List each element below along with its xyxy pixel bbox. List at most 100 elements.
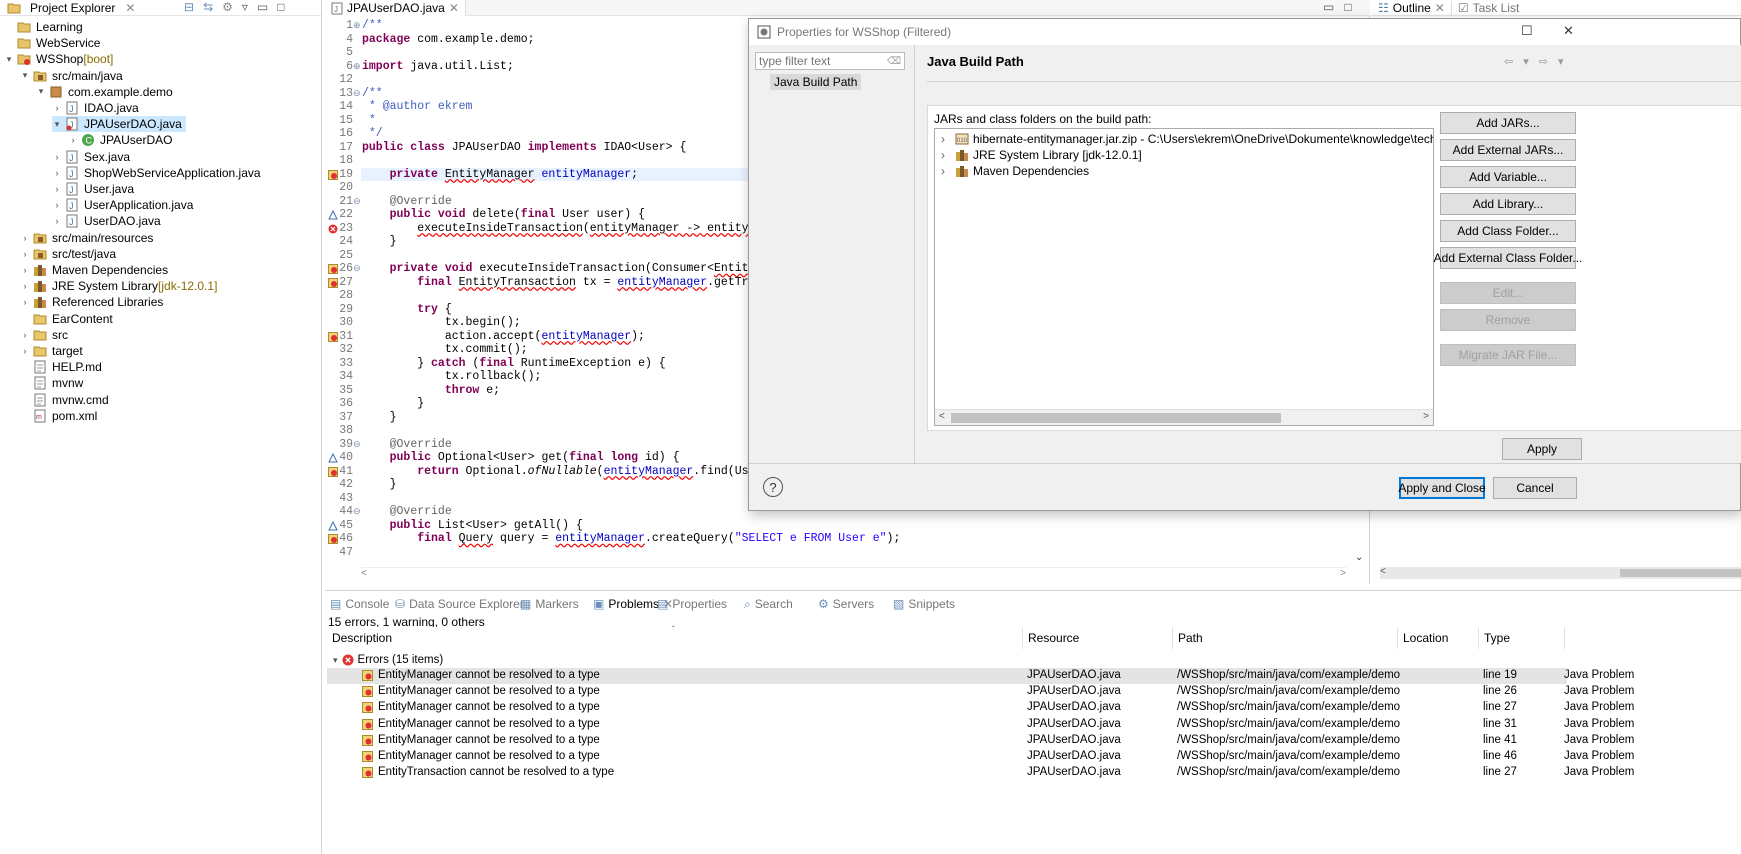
column-header-type[interactable]: Type <box>1479 627 1565 649</box>
maximize-window-icon[interactable]: ☐ <box>1521 23 1533 39</box>
tree-item[interactable]: › J Sex.java <box>52 149 131 165</box>
chevron-right-icon[interactable]: › <box>941 164 951 178</box>
column-header-description[interactable]: Description <box>327 627 1023 649</box>
edit-button[interactable]: Edit... <box>1440 282 1576 304</box>
code-line[interactable]: * <box>362 114 376 128</box>
tree-item[interactable]: › src/main/resources <box>20 230 154 246</box>
library-entry[interactable]: › 010 hibernate-entitymanager.jar.zip - C:… <box>941 131 1433 147</box>
filter-input[interactable] <box>759 54 887 68</box>
code-line[interactable]: @Override <box>362 438 452 452</box>
filter-icon[interactable]: ⚙ <box>222 0 233 14</box>
tree-item[interactable]: › J ShopWebServiceApplication.java <box>52 165 261 181</box>
tree-item[interactable]: › Referenced Libraries <box>20 294 164 310</box>
code-line[interactable]: package com.example.demo; <box>362 33 535 47</box>
column-header-location[interactable]: Location <box>1398 627 1479 649</box>
chevron-right-icon[interactable]: › <box>941 132 951 146</box>
cancel-button[interactable]: Cancel <box>1493 477 1577 499</box>
add-jars-button[interactable]: Add JARs... <box>1440 112 1576 134</box>
chevron-right-icon[interactable]: › <box>20 281 30 291</box>
code-line[interactable]: private EntityManager entityManager; <box>362 168 638 182</box>
tree-item[interactable]: WebService <box>4 35 100 51</box>
outline-scrollbar[interactable]: < <box>1380 566 1741 579</box>
minimize-editor-icon[interactable]: ▭ <box>1323 0 1334 14</box>
code-line[interactable]: } <box>362 235 397 249</box>
library-entry[interactable]: › JRE System Library [jdk-12.0.1] <box>941 147 1142 163</box>
problem-row[interactable]: EntityManager cannot be resolved to a ty… <box>327 668 1634 684</box>
tree-item[interactable]: EarContent <box>20 311 113 327</box>
view-menu-icon[interactable]: ▿ <box>242 0 248 14</box>
chevron-right-icon[interactable]: › <box>20 346 30 356</box>
code-line[interactable]: throw e; <box>362 384 500 398</box>
code-line[interactable]: /** <box>362 19 383 33</box>
minimize-icon[interactable]: ▭ <box>257 0 268 14</box>
apply-button[interactable]: Apply <box>1502 438 1582 460</box>
chevron-down-icon[interactable]: ▾ <box>333 655 338 666</box>
migrate-jar-file-button[interactable]: Migrate JAR File... <box>1440 344 1576 366</box>
tree-item[interactable]: › J User.java <box>52 181 135 197</box>
problem-row[interactable]: EntityManager cannot be resolved to a ty… <box>327 733 1634 749</box>
tab-search[interactable]: ⌕ Search <box>744 595 793 613</box>
tab-markers[interactable]: ▦ Markers <box>520 595 579 613</box>
tree-item[interactable]: › J IDAO.java <box>52 100 139 116</box>
close-window-icon[interactable]: ✕ <box>1563 23 1574 39</box>
tree-item[interactable]: › src/test/java <box>20 246 117 262</box>
code-line[interactable]: } <box>362 478 397 492</box>
remove-button[interactable]: Remove <box>1440 309 1576 331</box>
libraries-horizontal-scrollbar[interactable]: < > <box>935 409 1433 425</box>
code-line[interactable]: @Override <box>362 505 452 519</box>
tree-item[interactable]: ▾ J JPAUserDAO.java <box>52 116 186 133</box>
back-icon[interactable]: ⇦ <box>1504 55 1513 68</box>
clear-filter-icon[interactable]: ⌫ <box>887 56 901 67</box>
editor-tab-jpauserdao[interactable]: J JPAUserDAO.java ✕ <box>325 0 466 16</box>
collapse-fold-icon[interactable]: ⊖ <box>353 263 361 274</box>
forward-icon[interactable]: ⇨ <box>1539 55 1548 68</box>
expand-fold-icon[interactable]: ⊕ <box>353 61 361 72</box>
chevron-right-icon[interactable]: › <box>52 168 62 178</box>
tree-item[interactable]: › J UserDAO.java <box>52 213 161 229</box>
expand-fold-icon[interactable]: ⊕ <box>353 20 361 31</box>
chevron-down-icon[interactable]: ▾ <box>36 86 46 97</box>
collapse-fold-icon[interactable]: ⊖ <box>353 196 361 207</box>
chevron-down-icon[interactable]: ▾ <box>4 54 14 64</box>
code-line[interactable]: return Optional.ofNullable(entityManager… <box>362 465 790 479</box>
chevron-right-icon[interactable]: › <box>52 152 62 162</box>
problem-row[interactable]: EntityManager cannot be resolved to a ty… <box>327 717 1634 733</box>
collapse-fold-icon[interactable]: ⊖ <box>353 439 361 450</box>
tree-item[interactable]: mvnw.cmd <box>20 392 109 408</box>
chevron-down-icon[interactable]: ▾ <box>1523 55 1529 68</box>
tree-item[interactable]: ▾ com.example.demo <box>36 84 173 100</box>
chevron-right-icon[interactable]: › <box>52 103 62 113</box>
code-line[interactable]: * @author ekrem <box>362 100 473 114</box>
code-line[interactable]: try { <box>362 303 452 317</box>
libraries-list[interactable]: › 010 hibernate-entitymanager.jar.zip - C:… <box>934 128 1434 426</box>
add-library-button[interactable]: Add Library... <box>1440 193 1576 215</box>
tree-item[interactable]: › Maven Dependencies <box>20 262 169 278</box>
chevron-right-icon[interactable]: › <box>52 200 62 210</box>
add-class-folder-button[interactable]: Add Class Folder... <box>1440 220 1576 242</box>
maximize-icon[interactable]: □ <box>277 0 284 14</box>
code-line[interactable]: tx.rollback(); <box>362 370 542 384</box>
tree-item[interactable]: › target <box>20 343 83 359</box>
chevron-right-icon[interactable]: › <box>20 249 30 259</box>
help-icon[interactable]: ? <box>763 477 783 497</box>
chevron-right-icon[interactable]: › <box>52 216 62 226</box>
errors-group-row[interactable]: ▾ Errors (15 items) <box>327 652 443 668</box>
code-line[interactable]: @Override <box>362 195 452 209</box>
chevron-right-icon[interactable]: › <box>20 330 30 340</box>
library-entry[interactable]: › Maven Dependencies <box>941 163 1089 179</box>
chevron-right-icon[interactable]: › <box>20 233 30 243</box>
code-line[interactable]: private void executeInsideTransaction(Co… <box>362 262 790 276</box>
collapse-fold-icon[interactable]: ⊖ <box>353 88 361 99</box>
code-line[interactable]: executeInsideTransaction(entityManager -… <box>362 222 797 236</box>
tab-console[interactable]: ▤ Console <box>330 595 389 613</box>
chevron-down-icon[interactable]: ▾ <box>52 119 62 129</box>
tree-item[interactable]: m pom.xml <box>20 408 97 424</box>
nav-item-java-build-path[interactable]: Java Build Path <box>770 74 862 90</box>
code-line[interactable]: final Query query = entityManager.create… <box>362 532 900 546</box>
code-line[interactable]: final EntityTransaction tx = entityManag… <box>362 276 790 290</box>
add-external-class-folder-button[interactable]: Add External Class Folder... <box>1434 247 1582 269</box>
tree-item[interactable]: ▾ WSShop [boot] <box>4 51 114 67</box>
code-line[interactable]: public Optional<User> get(final long id)… <box>362 451 680 465</box>
maximize-editor-icon[interactable]: □ <box>1344 0 1351 14</box>
tree-item[interactable]: mvnw <box>20 375 83 391</box>
